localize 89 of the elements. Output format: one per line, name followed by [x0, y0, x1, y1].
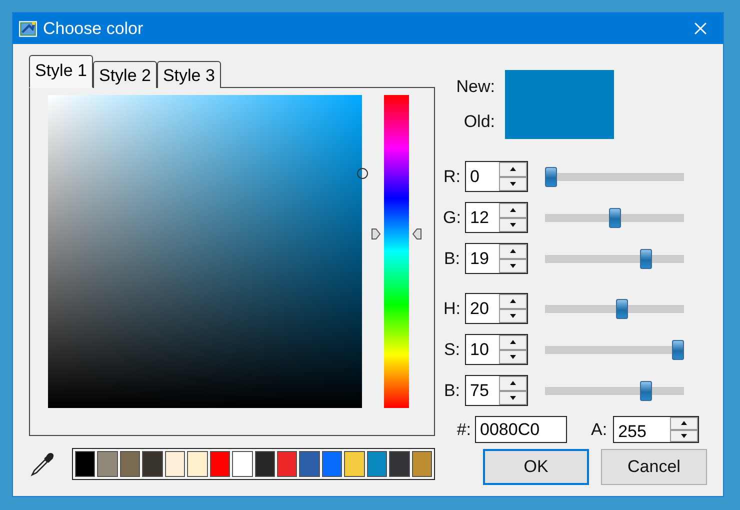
down-arrow-icon [681, 434, 688, 438]
color-swatch[interactable] [232, 451, 252, 477]
spin-down-button[interactable] [670, 430, 698, 442]
hex-field[interactable]: 0080C0 [475, 416, 567, 443]
slider-thumb[interactable] [616, 298, 628, 318]
color-swatch[interactable] [299, 451, 320, 477]
spin-down-button[interactable] [499, 350, 527, 364]
down-arrow-icon [510, 354, 516, 359]
spin-box[interactable]: 19 [465, 243, 528, 274]
down-arrow-icon [510, 314, 516, 318]
color-area[interactable] [48, 95, 362, 408]
spin-box[interactable]: 12 [465, 202, 528, 233]
spin-up-button[interactable] [499, 294, 527, 308]
down-arrow-icon [510, 222, 516, 227]
spin-down-button[interactable] [499, 218, 527, 232]
color-swatch[interactable] [210, 451, 230, 477]
spin-down-button[interactable] [499, 390, 527, 405]
color-swatch[interactable] [142, 451, 163, 477]
channel-label: S: [442, 340, 462, 360]
up-arrow-icon [510, 167, 516, 172]
up-arrow-icon [510, 208, 516, 212]
color-swatch[interactable] [366, 451, 388, 477]
color-swatch[interactable] [164, 451, 186, 477]
channel-label: B: [442, 248, 462, 268]
alpha-label: A: [591, 420, 608, 440]
spin-down-button[interactable] [499, 258, 527, 273]
color-swatch[interactable] [276, 451, 298, 477]
spin-value: 255 [617, 421, 648, 442]
spin-box[interactable]: 0 [465, 161, 528, 192]
spin-value: 0 [469, 166, 480, 188]
cancel-button[interactable]: Cancel [601, 449, 707, 485]
tab[interactable]: Style 2 [92, 61, 157, 88]
spin-down-button[interactable] [499, 176, 527, 191]
up-arrow-icon [510, 340, 516, 344]
spin-value: 10 [469, 339, 490, 361]
channel-label: G: [442, 208, 462, 228]
spin-up-button[interactable] [499, 376, 527, 390]
down-arrow-icon [510, 264, 516, 268]
hue-marker-icon[interactable] [412, 228, 422, 240]
eyedropper-icon[interactable] [30, 451, 56, 477]
color-swatch[interactable] [120, 451, 140, 477]
hue-strip[interactable] [384, 95, 409, 408]
up-arrow-icon [510, 381, 516, 386]
slider-thumb[interactable] [545, 166, 557, 186]
color-swatch[interactable] [254, 451, 275, 477]
spin-value: 20 [469, 298, 490, 320]
color-swatch[interactable] [389, 451, 410, 477]
color-swatch[interactable] [75, 451, 96, 477]
hex-label: #: [456, 420, 472, 440]
up-arrow-icon [510, 299, 516, 304]
channel-label: R: [442, 166, 462, 186]
close-icon [694, 22, 706, 35]
color-swatch[interactable] [97, 451, 118, 477]
spin-value: 12 [469, 207, 490, 229]
spin-up-button[interactable] [499, 162, 527, 176]
spin-box[interactable]: 75 [465, 375, 528, 406]
tab[interactable]: Style 3 [156, 61, 221, 88]
ok-button[interactable]: OK [483, 449, 589, 485]
up-arrow-icon [681, 421, 688, 426]
spin-value: 75 [469, 380, 490, 402]
color-swatch[interactable] [187, 451, 208, 477]
alpha-spin-box[interactable]: 255 [613, 416, 700, 443]
color-swatch[interactable] [322, 451, 342, 477]
window-title: Choose color [43, 18, 144, 38]
spin-up-button[interactable] [499, 203, 527, 218]
spin-box[interactable]: 20 [465, 293, 528, 324]
spin-down-button[interactable] [499, 308, 527, 323]
color-area-marker[interactable] [357, 168, 368, 180]
tab[interactable]: Style 1 [29, 55, 93, 88]
color-swatch[interactable] [344, 451, 365, 477]
app-icon [19, 20, 37, 38]
down-arrow-icon [510, 396, 516, 400]
slider-thumb[interactable] [640, 248, 652, 268]
spin-up-button[interactable] [499, 244, 527, 258]
spin-up-button[interactable] [670, 417, 698, 430]
up-arrow-icon [510, 249, 516, 254]
slider-thumb[interactable] [640, 380, 652, 400]
channel-label: H: [442, 298, 462, 318]
spin-value: 19 [469, 248, 490, 270]
spin-box[interactable]: 10 [465, 334, 528, 365]
down-arrow-icon [510, 182, 516, 186]
hue-marker-icon[interactable] [371, 228, 381, 240]
spin-up-button[interactable] [499, 335, 527, 350]
preview-label: Old: [464, 112, 495, 132]
color-swatch[interactable] [412, 451, 432, 477]
preview-label: New: [456, 77, 495, 98]
slider-thumb[interactable] [672, 340, 684, 360]
slider-thumb[interactable] [608, 208, 620, 228]
channel-label: B: [442, 380, 462, 400]
